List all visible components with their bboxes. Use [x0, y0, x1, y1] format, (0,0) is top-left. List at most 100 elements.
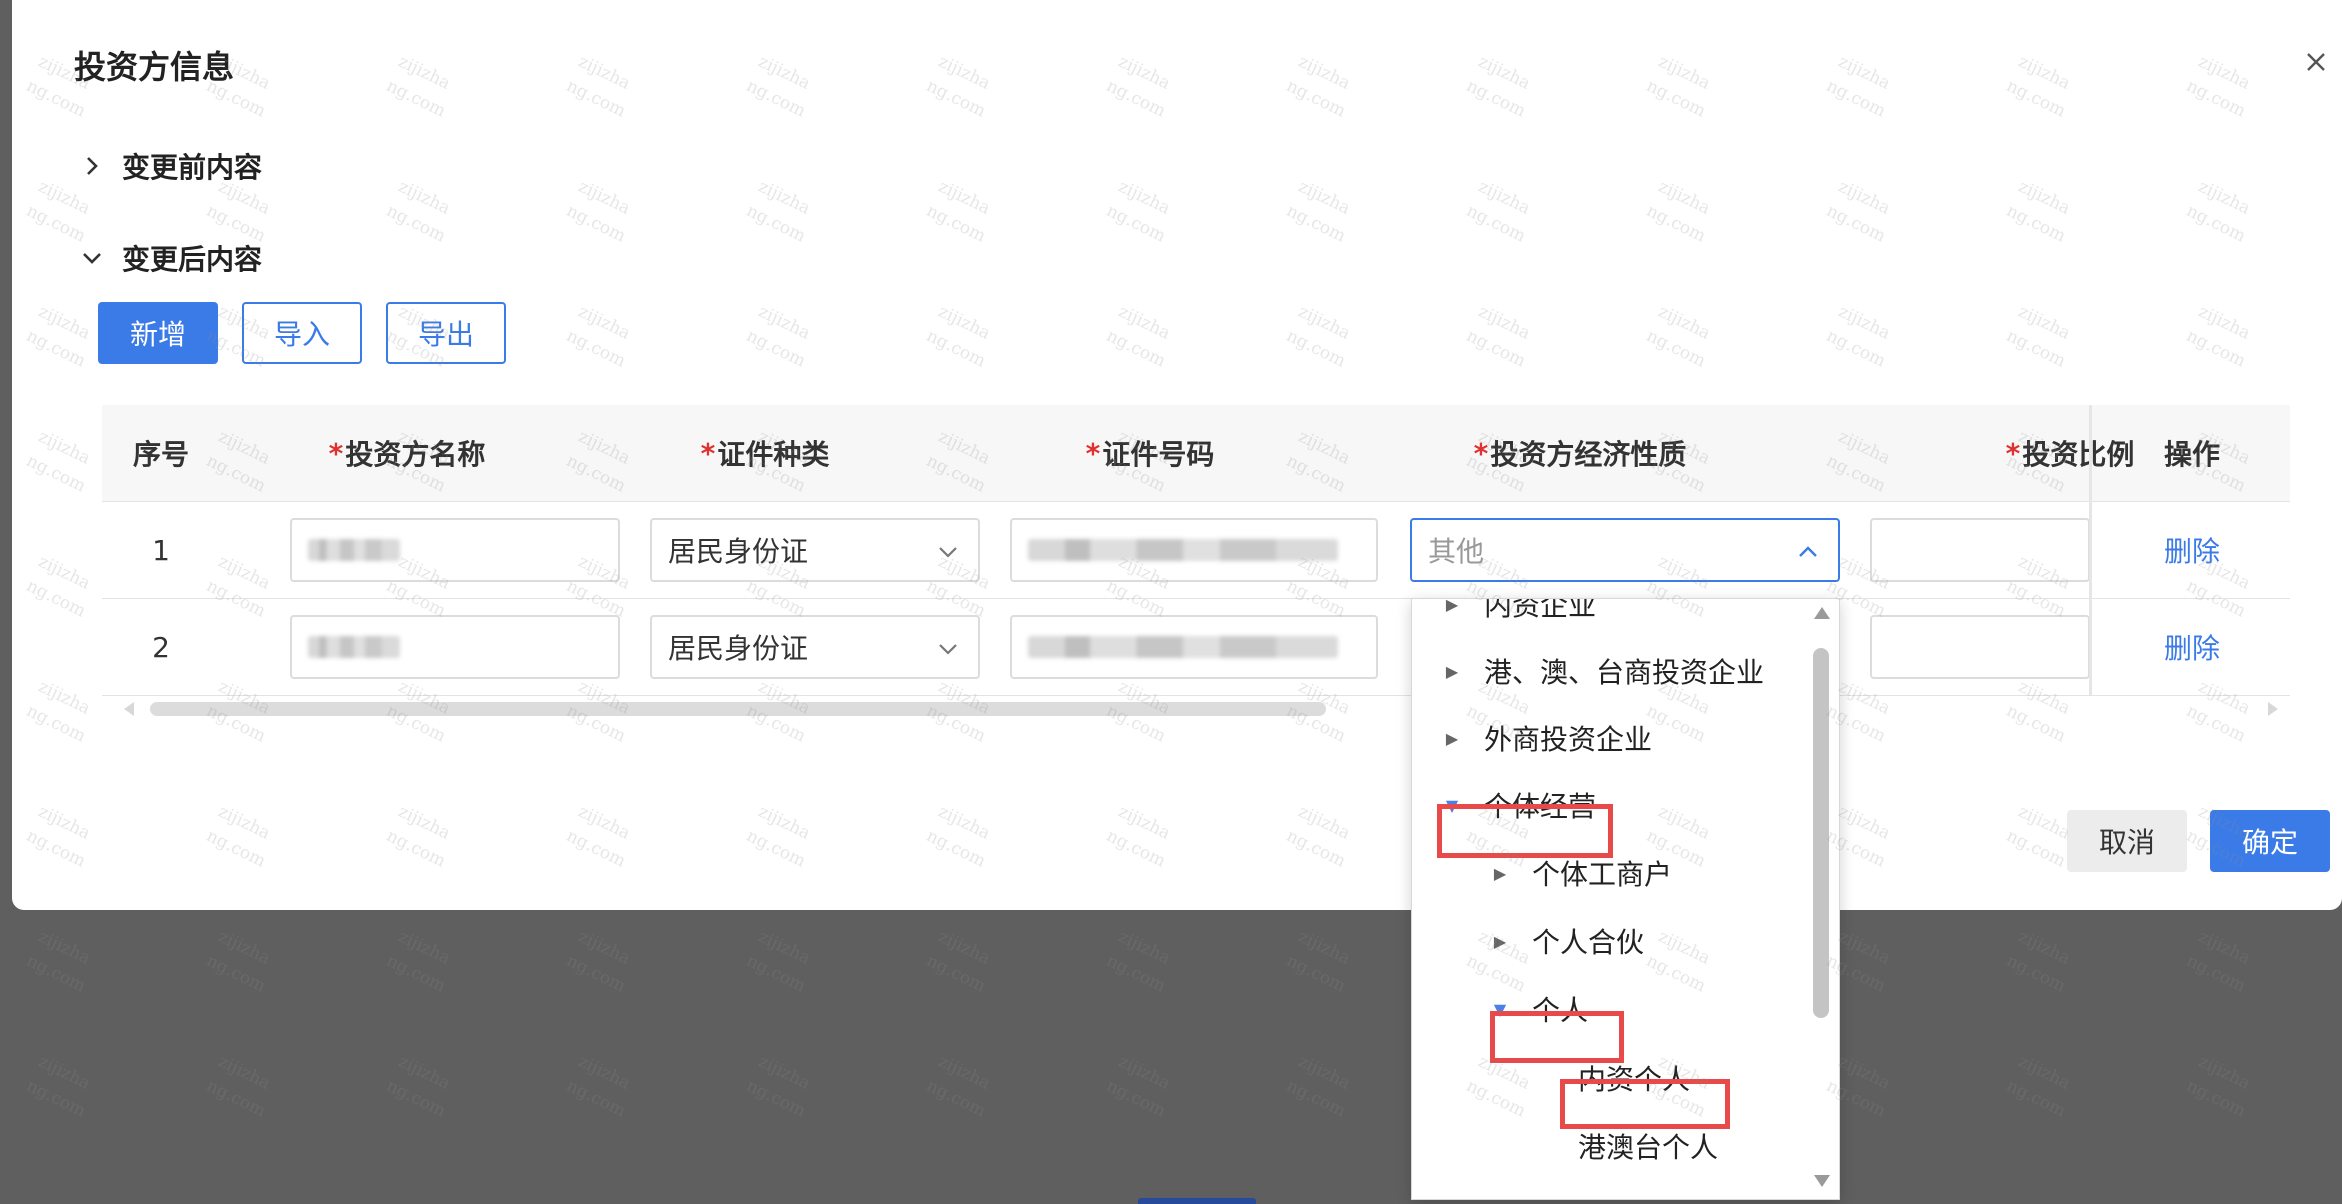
investor-table: 序号 * 投资方名称 * 证件种类 * 证件号码 * 投资方经济性质 * 投资比例 操作 …: [102, 405, 2290, 696]
tree-item-domestic-enterprise[interactable]: ▶ 内资企业: [1442, 598, 1597, 632]
id-type-select[interactable]: 居民身份证: [650, 615, 980, 679]
redacted-text: [1028, 539, 1338, 561]
section-after-changes[interactable]: 变更后内容: [80, 238, 262, 278]
watermark-text: zijizha ng.com: [563, 926, 634, 997]
delete-link[interactable]: 删除: [2164, 627, 2220, 667]
row-index: 2: [152, 630, 170, 664]
redacted-text: [1028, 636, 1338, 658]
table-row: 2 居民身份证 删除: [102, 599, 2290, 696]
tree-item-hmt-individual[interactable]: 港澳台个人: [1578, 1118, 1718, 1174]
watermark-text: zijizha ng.com: [1283, 926, 1354, 997]
watermark-text: zijizha ng.com: [23, 1051, 94, 1122]
section-after-label: 变更后内容: [122, 243, 263, 276]
table-header: 序号 * 投资方名称 * 证件种类 * 证件号码 * 投资方经济性质 * 投资比例 操作: [102, 405, 2290, 502]
table-row: 1 居民身份证 其他 删除: [102, 502, 2290, 599]
economic-nature-tree-dropdown: ▶ 内资企业 ▶ 港、澳、台商投资企业 ▶ 外商投资企业 ▼ 个体经营 ▶ 个体工商户 ▶ 个人合伙 ▼…: [1411, 598, 1840, 1200]
confirm-button[interactable]: 确定: [2210, 810, 2330, 872]
watermark-text: zijizha ng.com: [1103, 926, 1174, 997]
tree-item-label: 个人合伙: [1532, 926, 1645, 959]
scroll-down-arrow[interactable]: [1814, 1175, 1830, 1187]
tree-item-domestic-individual[interactable]: 内资个人: [1578, 1050, 1690, 1106]
dialog-title: 投资方信息: [74, 48, 235, 86]
row-index: 1: [152, 533, 170, 567]
col-economic-nature: * 投资方经济性质: [1473, 436, 1687, 472]
section-before-label: 变更前内容: [122, 151, 263, 184]
economic-nature-select[interactable]: 其他: [1410, 518, 1840, 582]
scroll-right-arrow[interactable]: [2268, 702, 2278, 716]
col-index: 序号: [132, 438, 189, 471]
watermark-text: zijizha ng.com: [563, 1051, 634, 1122]
watermark-text: zijizha ng.com: [1103, 1051, 1174, 1122]
watermark-text: zijizha ng.com: [203, 1051, 274, 1122]
tree-item-individual-business[interactable]: ▼ 个体经营: [1442, 777, 1596, 833]
tree-item-label: 外商投资企业: [1484, 723, 1653, 756]
col-id-number: * 证件号码: [1085, 436, 1215, 472]
watermark-text: zijizha ng.com: [2003, 1051, 2074, 1122]
redacted-text: [308, 539, 400, 561]
dropdown-scrollbar[interactable]: [1813, 648, 1829, 1018]
col-investor-name: * 投资方名称: [328, 436, 486, 472]
scroll-left-arrow[interactable]: [124, 702, 134, 716]
investor-name-input[interactable]: [290, 615, 620, 679]
caret-right-icon[interactable]: ▶: [1442, 662, 1462, 681]
add-button[interactable]: 新增: [98, 302, 218, 364]
chevron-down-icon: [83, 253, 101, 264]
chevron-down-icon: [939, 547, 957, 558]
watermark-text: zijizha ng.com: [2183, 926, 2254, 997]
tree-item-label: 个体经营: [1484, 790, 1597, 823]
caret-down-icon[interactable]: ▼: [1442, 796, 1462, 815]
tree-item-individual-partnership[interactable]: ▶ 个人合伙: [1490, 913, 1644, 969]
watermark-text: zijizha ng.com: [2183, 1051, 2254, 1122]
required-mark: *: [700, 436, 716, 470]
required-mark: *: [1473, 436, 1489, 470]
tree-item-label: 内资个人: [1578, 1063, 1691, 1096]
id-number-input[interactable]: [1010, 518, 1378, 582]
investment-ratio-input[interactable]: [1870, 615, 2090, 679]
chevron-down-icon: [939, 644, 957, 655]
tree-item-label: 内资企业: [1484, 598, 1597, 622]
tree-item-label: 港、澳、台商投资企业: [1484, 656, 1765, 689]
tree-item-individual-industrial-commercial[interactable]: ▶ 个体工商户: [1490, 845, 1672, 901]
delete-link[interactable]: 删除: [2164, 530, 2220, 570]
caret-right-icon[interactable]: ▶: [1442, 729, 1462, 748]
col-action: 操作: [2163, 438, 2220, 471]
redacted-text: [308, 636, 400, 658]
scroll-up-arrow[interactable]: [1814, 607, 1830, 619]
watermark-text: zijizha ng.com: [743, 1051, 814, 1122]
watermark-text: zijizha ng.com: [2003, 926, 2074, 997]
watermark-text: zijizha ng.com: [383, 926, 454, 997]
close-icon[interactable]: [2298, 44, 2334, 80]
tree-item-foreign-invested-enterprise[interactable]: ▶ 外商投资企业: [1442, 710, 1652, 766]
tree-item-individual[interactable]: ▼ 个人: [1490, 981, 1588, 1037]
tree-item-hmt-invested-enterprise[interactable]: ▶ 港、澳、台商投资企业: [1442, 643, 1764, 699]
watermark-text: zijizha ng.com: [743, 926, 814, 997]
required-mark: *: [2005, 436, 2021, 470]
col-id-type: * 证件种类: [700, 436, 830, 472]
watermark-text: zijizha ng.com: [923, 1051, 994, 1122]
chevron-up-icon: [1799, 546, 1817, 557]
investor-name-input[interactable]: [290, 518, 620, 582]
caret-right-icon[interactable]: ▶: [1490, 864, 1510, 883]
watermark-text: zijizha ng.com: [1283, 1051, 1354, 1122]
watermark-text: zijizha ng.com: [923, 926, 994, 997]
id-type-select[interactable]: 居民身份证: [650, 518, 980, 582]
export-button[interactable]: 导出: [386, 302, 506, 364]
chevron-right-icon: [87, 157, 98, 175]
caret-right-icon[interactable]: ▶: [1490, 932, 1510, 951]
required-mark: *: [328, 436, 344, 470]
id-type-value: 居民身份证: [668, 632, 809, 665]
required-mark: *: [1085, 436, 1101, 470]
caret-down-icon[interactable]: ▼: [1490, 1000, 1510, 1019]
caret-right-icon[interactable]: ▶: [1442, 599, 1462, 614]
watermark-text: zijizha ng.com: [203, 926, 274, 997]
tree-item-label: 个体工商户: [1532, 858, 1673, 891]
economic-nature-placeholder: 其他: [1428, 535, 1485, 568]
import-button[interactable]: 导入: [242, 302, 362, 364]
cancel-button[interactable]: 取消: [2067, 810, 2187, 872]
investment-ratio-input[interactable]: [1870, 518, 2090, 582]
tree-item-label: 港澳台个人: [1578, 1131, 1719, 1164]
horizontal-scrollbar[interactable]: [150, 702, 1326, 716]
watermark-text: zijizha ng.com: [23, 926, 94, 997]
id-number-input[interactable]: [1010, 615, 1378, 679]
section-before-changes[interactable]: 变更前内容: [80, 146, 262, 186]
